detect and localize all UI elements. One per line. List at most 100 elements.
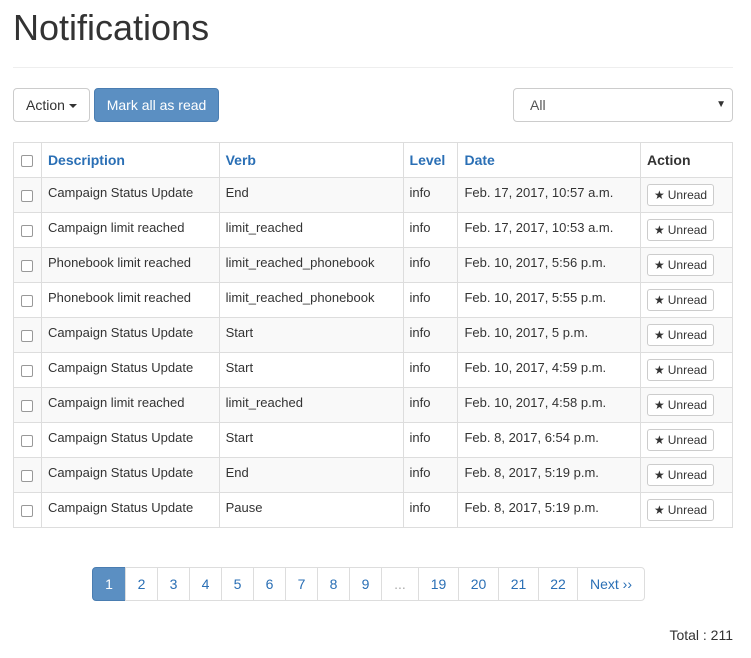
row-description: Campaign Status Update bbox=[40, 177, 220, 213]
action-dropdown-button[interactable]: Action bbox=[13, 88, 90, 122]
sort-verb-link[interactable]: Verb bbox=[226, 152, 256, 168]
row-verb: limit_reached bbox=[218, 212, 404, 248]
row-checkbox-cell bbox=[13, 422, 42, 458]
row-checkbox[interactable] bbox=[21, 330, 34, 343]
row-checkbox-cell bbox=[13, 317, 42, 353]
star-icon: ★ bbox=[653, 468, 665, 482]
pagination-page[interactable]: 19 bbox=[418, 567, 459, 601]
row-checkbox[interactable] bbox=[21, 260, 34, 273]
mark-unread-button[interactable]: ★ Unread bbox=[646, 464, 715, 486]
table-row: Campaign Status Update End info Feb. 17, 20… bbox=[13, 177, 734, 213]
mark-unread-button[interactable]: ★ Unread bbox=[646, 499, 715, 521]
mark-unread-button[interactable]: ★ Unread bbox=[646, 429, 715, 451]
unread-label: Unread bbox=[667, 258, 708, 272]
sort-description-link[interactable]: Description bbox=[48, 152, 125, 168]
filter-selected-value: All bbox=[530, 97, 546, 113]
pagination-page[interactable]: 2 bbox=[125, 567, 158, 601]
row-verb: Start bbox=[218, 352, 404, 388]
mark-unread-button[interactable]: ★ Unread bbox=[646, 219, 715, 241]
row-description: Campaign Status Update bbox=[40, 422, 220, 458]
row-checkbox[interactable] bbox=[21, 470, 34, 483]
row-checkbox[interactable] bbox=[21, 400, 34, 413]
row-level: info bbox=[402, 317, 459, 353]
row-checkbox[interactable] bbox=[21, 295, 34, 308]
row-action-cell: ★ Unread bbox=[639, 422, 734, 458]
row-checkbox[interactable] bbox=[21, 505, 34, 518]
row-description: Phonebook limit reached bbox=[40, 282, 220, 318]
mark-unread-button[interactable]: ★ Unread bbox=[646, 254, 715, 276]
pagination-page[interactable]: 21 bbox=[498, 567, 539, 601]
table-row: Campaign Status Update End info Feb. 8, 201… bbox=[13, 457, 734, 493]
pagination-page[interactable]: 1 bbox=[92, 567, 126, 601]
mark-all-read-button[interactable]: Mark all as read bbox=[94, 88, 219, 122]
row-action-cell: ★ Unread bbox=[639, 247, 734, 283]
row-date: Feb. 17, 2017, 10:57 a.m. bbox=[457, 177, 641, 213]
row-checkbox-cell bbox=[13, 387, 42, 423]
pagination-page[interactable]: 6 bbox=[253, 567, 286, 601]
select-all-checkbox[interactable] bbox=[21, 155, 34, 168]
title-divider bbox=[13, 67, 733, 68]
row-level: info bbox=[402, 457, 459, 493]
unread-label: Unread bbox=[667, 223, 708, 237]
row-level: info bbox=[402, 387, 459, 423]
row-checkbox[interactable] bbox=[21, 435, 34, 448]
star-icon: ★ bbox=[653, 398, 665, 412]
pagination-page[interactable]: 20 bbox=[458, 567, 499, 601]
row-date: Feb. 10, 2017, 5 p.m. bbox=[457, 317, 641, 353]
row-action-cell: ★ Unread bbox=[639, 492, 734, 528]
total-count: Total : 211 bbox=[669, 627, 733, 643]
sort-level-link[interactable]: Level bbox=[410, 152, 446, 168]
unread-label: Unread bbox=[667, 433, 708, 447]
row-date: Feb. 10, 2017, 4:59 p.m. bbox=[457, 352, 641, 388]
mark-unread-button[interactable]: ★ Unread bbox=[646, 394, 715, 416]
row-level: info bbox=[402, 247, 459, 283]
header-level[interactable]: Level bbox=[402, 142, 459, 178]
header-date[interactable]: Date bbox=[457, 142, 641, 178]
row-level: info bbox=[402, 282, 459, 318]
row-description: Phonebook limit reached bbox=[40, 247, 220, 283]
pagination-next[interactable]: Next ›› bbox=[577, 567, 645, 601]
filter-select[interactable]: All ▼ bbox=[513, 88, 733, 122]
star-icon: ★ bbox=[653, 328, 665, 342]
header-action: Action bbox=[639, 142, 734, 178]
row-checkbox[interactable] bbox=[21, 190, 34, 203]
mark-unread-button[interactable]: ★ Unread bbox=[646, 184, 715, 206]
pagination-page[interactable]: 3 bbox=[157, 567, 190, 601]
unread-label: Unread bbox=[667, 503, 708, 517]
mark-unread-button[interactable]: ★ Unread bbox=[646, 324, 715, 346]
pagination-page[interactable]: 9 bbox=[349, 567, 382, 601]
row-description: Campaign Status Update bbox=[40, 317, 220, 353]
unread-label: Unread bbox=[667, 398, 708, 412]
pagination-page[interactable]: 5 bbox=[221, 567, 254, 601]
row-level: info bbox=[402, 352, 459, 388]
row-verb: Pause bbox=[218, 492, 404, 528]
pagination-page[interactable]: 4 bbox=[189, 567, 222, 601]
pagination-page[interactable]: 22 bbox=[538, 567, 578, 601]
header-verb[interactable]: Verb bbox=[218, 142, 404, 178]
pagination-page[interactable]: 7 bbox=[285, 567, 318, 601]
row-date: Feb. 8, 2017, 5:19 p.m. bbox=[457, 492, 641, 528]
sort-date-link[interactable]: Date bbox=[464, 152, 494, 168]
unread-label: Unread bbox=[667, 468, 708, 482]
header-description[interactable]: Description bbox=[40, 142, 220, 178]
row-date: Feb. 10, 2017, 5:55 p.m. bbox=[457, 282, 641, 318]
table-row: Campaign Status Update Start info Feb. 10, … bbox=[13, 317, 734, 353]
mark-unread-button[interactable]: ★ Unread bbox=[646, 289, 715, 311]
row-level: info bbox=[402, 177, 459, 213]
row-date: Feb. 8, 2017, 5:19 p.m. bbox=[457, 457, 641, 493]
row-action-cell: ★ Unread bbox=[639, 212, 734, 248]
row-date: Feb. 10, 2017, 5:56 p.m. bbox=[457, 247, 641, 283]
row-level: info bbox=[402, 422, 459, 458]
row-checkbox[interactable] bbox=[21, 225, 34, 238]
pagination-page[interactable]: 8 bbox=[317, 567, 350, 601]
unread-label: Unread bbox=[667, 188, 708, 202]
table-row: Phonebook limit reached limit_reached_pho… bbox=[13, 247, 734, 283]
unread-label: Unread bbox=[667, 363, 708, 377]
star-icon: ★ bbox=[653, 223, 665, 237]
row-date: Feb. 8, 2017, 6:54 p.m. bbox=[457, 422, 641, 458]
row-checkbox-cell bbox=[13, 282, 42, 318]
row-checkbox[interactable] bbox=[21, 365, 34, 378]
select-all-cell bbox=[13, 142, 42, 178]
row-date: Feb. 10, 2017, 4:58 p.m. bbox=[457, 387, 641, 423]
mark-unread-button[interactable]: ★ Unread bbox=[646, 359, 715, 381]
